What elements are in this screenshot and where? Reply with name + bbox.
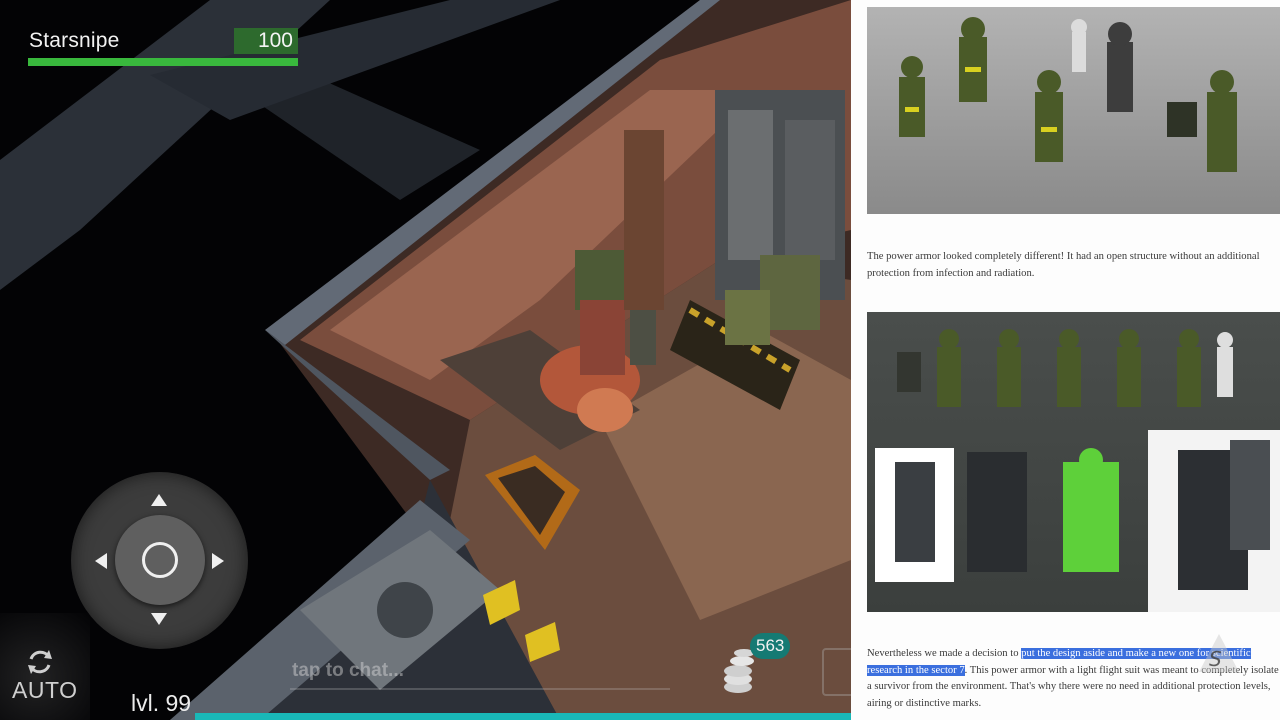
joystick-knob[interactable] xyxy=(115,515,205,605)
article-panel: The power armor looked completely differ… xyxy=(851,0,1280,720)
refresh-icon xyxy=(28,650,52,674)
article-paragraph-1: The power armor looked completely differ… xyxy=(867,251,1260,279)
health-value-box: 100 xyxy=(234,28,298,54)
circle-icon xyxy=(142,542,178,578)
exoskeleton-figure xyxy=(1178,440,1270,590)
bottom-progress-bar xyxy=(195,713,851,720)
armor-concept-image-2 xyxy=(867,312,1280,612)
player-name: Starsnipe xyxy=(29,29,120,52)
exoskeleton-sketch-2 xyxy=(1148,430,1280,612)
armor-figures xyxy=(899,17,1237,172)
game-viewport[interactable]: Starsnipe 100 AUTO lvl. 99 tap to chat..… xyxy=(0,0,851,720)
paragraph-2-start: Nevertheless we made a decision to xyxy=(867,648,1022,659)
arrow-down-icon xyxy=(151,613,167,625)
chat-input[interactable]: tap to chat... xyxy=(292,660,404,682)
auto-label: AUTO xyxy=(12,677,78,703)
health-value: 100 xyxy=(257,29,293,52)
chat-underline xyxy=(290,688,670,690)
armor-concept-image-1 xyxy=(867,7,1280,214)
coins-icon[interactable] xyxy=(722,641,754,695)
health-bar xyxy=(28,58,298,66)
svg-text:S: S xyxy=(1209,647,1222,671)
arrow-up-icon xyxy=(151,494,167,506)
auto-button[interactable]: AUTO xyxy=(0,613,90,720)
arrow-right-icon xyxy=(212,553,224,569)
watermark-logo-icon: S xyxy=(1199,634,1239,672)
coins-count-badge: 563 xyxy=(750,633,791,659)
player-level: lvl. 99 xyxy=(131,690,192,716)
movement-joystick[interactable] xyxy=(71,472,248,649)
inventory-button[interactable] xyxy=(822,648,851,696)
arrow-left-icon xyxy=(95,553,107,569)
